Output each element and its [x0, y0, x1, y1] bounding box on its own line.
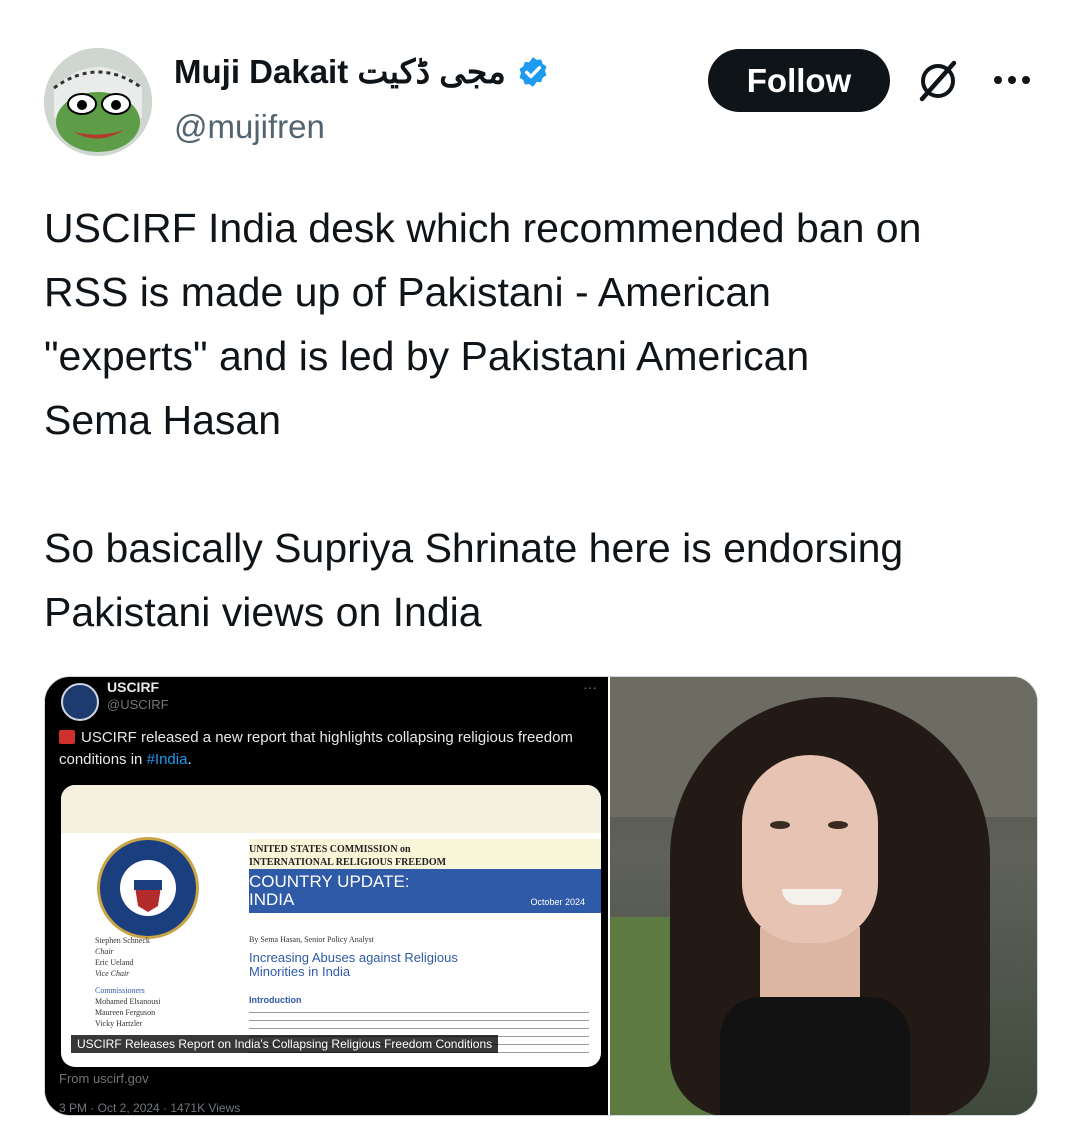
author-name-row: Muji Dakait مجی ڈکیت	[174, 52, 550, 91]
hashtag: #India	[146, 751, 188, 768]
commission-name: UNITED STATES COMMISSION on INTERNATIONA…	[249, 839, 601, 871]
alarm-icon	[59, 730, 75, 744]
tweet-media[interactable]: USCIRF @USCIRF ··· USCIRF released a new…	[44, 676, 1038, 1116]
embedded-avatar	[61, 683, 99, 721]
post-stats: 3 PM · Oct 2, 2024 · 1471K Views	[59, 1101, 241, 1115]
commissioners-list: Stephen Schneck Chair Eric Ueland Vice C…	[95, 936, 161, 1028]
follow-button[interactable]: Follow	[708, 49, 890, 112]
more-icon[interactable]	[990, 68, 1034, 92]
embedded-more-icon: ···	[583, 679, 597, 695]
report-card: UNITED STATES COMMISSION on INTERNATIONA…	[61, 785, 601, 1067]
avatar-frog-image	[44, 48, 152, 156]
embedded-handle: @USCIRF	[107, 697, 169, 712]
report-date: October 2024	[530, 897, 585, 907]
intro-heading: Introduction	[249, 995, 302, 1005]
report-author: By Sema Hasan, Senior Policy Analyst	[249, 935, 374, 944]
avatar[interactable]	[44, 48, 152, 156]
embedded-post-screenshot[interactable]: USCIRF @USCIRF ··· USCIRF released a new…	[45, 677, 608, 1115]
uscirf-seal-icon	[97, 837, 199, 939]
country-update-band: COUNTRY UPDATE: INDIA October 2024	[249, 869, 601, 913]
verified-badge-icon	[519, 56, 547, 87]
embedded-name: USCIRF	[107, 679, 160, 695]
link-source: From uscirf.gov	[59, 1071, 149, 1086]
display-name[interactable]: Muji Dakait مجی ڈکیت	[174, 52, 506, 91]
tweet-text: USCIRF India desk which recommended ban …	[44, 205, 922, 635]
author-handle[interactable]: @mujifren	[174, 108, 325, 146]
map-image	[61, 785, 601, 833]
embedded-text: USCIRF released a new report that highli…	[59, 729, 573, 768]
portrait-photo[interactable]	[607, 677, 1037, 1115]
link-caption: USCIRF Releases Report on India's Collap…	[71, 1035, 499, 1053]
report-subtitle: Increasing Abuses against Religious Mino…	[249, 950, 458, 979]
grok-icon[interactable]	[914, 57, 962, 105]
